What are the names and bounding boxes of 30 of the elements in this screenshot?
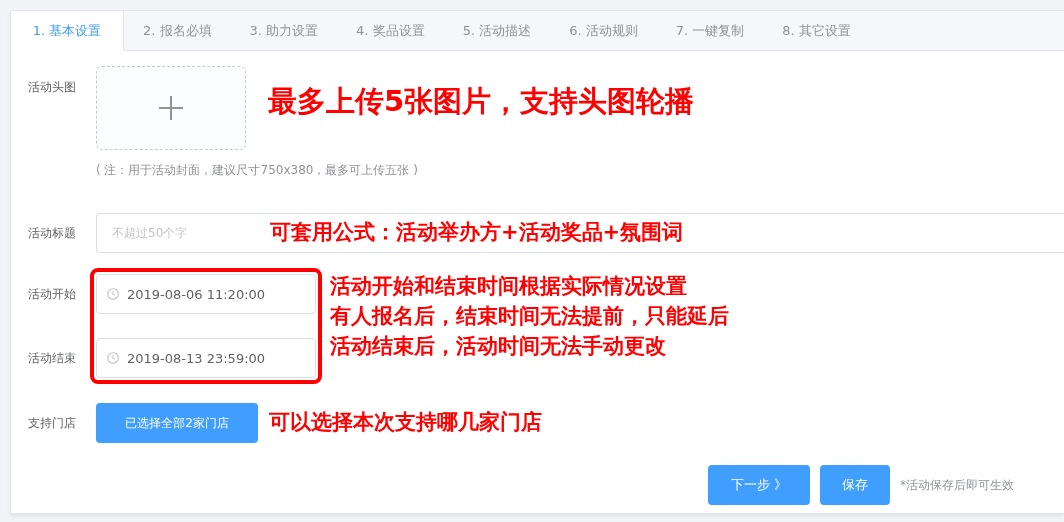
annotation-text: 最多上传5张图片，支持头图轮播 (268, 83, 695, 119)
field-label: 活动结束 (28, 350, 77, 367)
tab[interactable]: 3. 助力设置 (230, 11, 338, 50)
tab[interactable]: 6. 活动规则 (550, 11, 657, 50)
field-label: 活动头图 (28, 79, 77, 96)
hint-text: *活动保存后即可生效 (900, 476, 1014, 494)
annotation-text: 可以选择本次支持哪几家门店 (269, 410, 542, 436)
save-button[interactable]: 保存 (820, 465, 890, 505)
tab[interactable]: 8. 其它设置 (763, 11, 870, 50)
tab[interactable]: 4. 奖品设置 (337, 11, 444, 50)
annotation-text: 有人报名后，结束时间无法提前，只能延后 (330, 304, 729, 330)
field-label: 活动开始 (28, 286, 77, 303)
tab[interactable]: 1. 基本设置 (11, 11, 124, 51)
clock-icon (107, 288, 119, 300)
next-step-button[interactable]: 下一步 》 (708, 465, 810, 505)
annotation-text: 活动开始和结束时间根据实际情况设置 (330, 274, 688, 300)
date-field[interactable]: 2019-08-13 23:59:00 (96, 338, 316, 378)
annotation-text: 活动结束后，活动时间无法手动更改 (330, 334, 667, 360)
plus-icon (158, 95, 184, 121)
field-label: 支持门店 (28, 414, 77, 432)
hint-text: ( 注：用于活动封面，建议尺寸750x380，最多可上传五张 ) (96, 162, 419, 179)
tab[interactable]: 2. 报名必填 (124, 11, 231, 50)
clock-icon (107, 352, 119, 364)
annotation-text: 可套用公式：活动举办方+活动奖品+氛围词 (270, 220, 684, 246)
tab[interactable]: 7. 一键复制 (656, 11, 764, 50)
field-label: 活动标题 (28, 224, 77, 242)
store-select-button[interactable]: 已选择全部2家门店 (96, 403, 258, 443)
date-field[interactable]: 2019-08-06 11:20:00 (96, 274, 316, 314)
tab[interactable]: 5. 活动描述 (443, 11, 551, 50)
upload-area[interactable] (96, 66, 246, 150)
